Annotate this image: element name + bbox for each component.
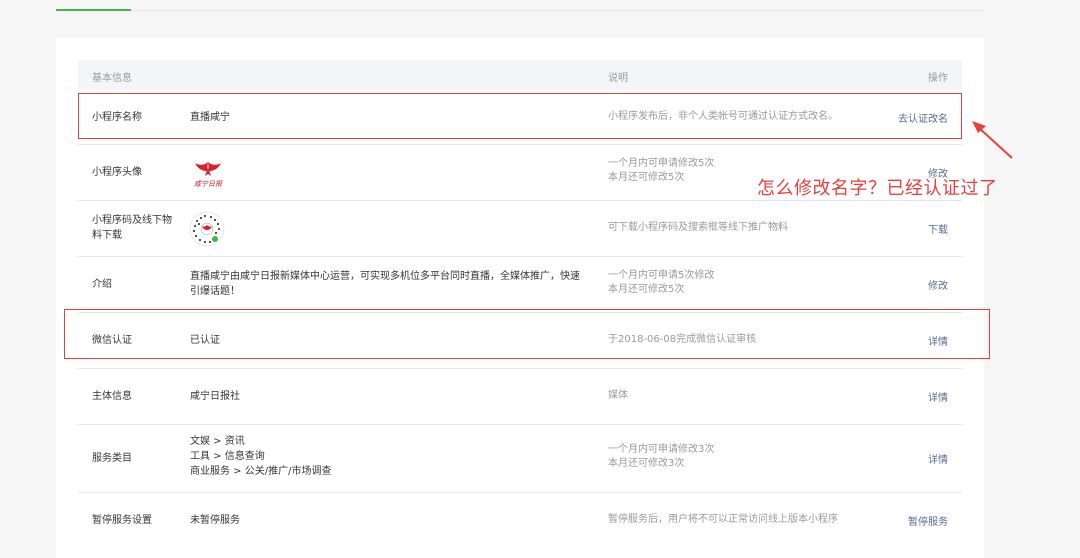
avatar-logo-icon: 咸宁日报 <box>190 159 226 192</box>
row-description: 可下载小程序码及搜索框等线下推广物料 <box>608 222 788 233</box>
desc-line: 一个月内可申请5次修改 <box>608 270 715 281</box>
qrcode-icon <box>188 210 226 251</box>
row-label: 服务类目 <box>92 453 132 464</box>
row-service-categories: 服务类目 文娱 > 资讯 工具 > 信息查询 商业服务 > 公关/推广/市场调查… <box>78 425 962 493</box>
row-description: 暂停服务后，用户将不可以正常访问线上版本小程序 <box>608 514 838 525</box>
row-label: 主体信息 <box>92 391 132 402</box>
annotation-arrow-icon <box>972 121 1013 159</box>
intro-value: 直播咸宁由咸宁日报新媒体中心运营，可实现多机位多平台同时直播，全媒体推广，快速 … <box>190 269 580 299</box>
label-line: 料下载 <box>92 230 122 241</box>
category-list: 文娱 > 资讯 工具 > 信息查询 商业服务 > 公关/推广/市场调查 <box>190 434 331 479</box>
edit-intro-link[interactable]: 修改 <box>928 277 948 292</box>
logo-text: 咸宁日报 <box>194 180 223 188</box>
row-label: 小程序头像 <box>92 167 142 178</box>
row-introduction: 介绍 直播咸宁由咸宁日报新媒体中心运营，可实现多机位多平台同时直播，全媒体推广，… <box>78 257 962 313</box>
subject-value: 咸宁日报社 <box>190 391 240 402</box>
annotation-question: 怎么修改名字？已经认证过了 <box>757 178 998 199</box>
intro-line: 直播咸宁由咸宁日报新媒体中心运营，可实现多机位多平台同时直播，全媒体推广，快速 <box>190 271 580 282</box>
category-item: 工具 > 信息查询 <box>190 451 265 462</box>
desc-line: 本月还可修改5次 <box>608 284 685 295</box>
desc-line: 一个月内可申请修改3次 <box>608 444 715 455</box>
row-label: 介绍 <box>92 279 112 290</box>
annotation-box-certification <box>64 309 990 359</box>
row-description: 一个月内可申请5次修改 本月还可修改5次 <box>608 269 714 297</box>
annotation-box-name <box>78 93 962 139</box>
header-description: 说明 <box>608 73 628 84</box>
row-description: 媒体 <box>608 390 628 401</box>
desc-line: 本月还可修改3次 <box>608 458 685 469</box>
download-link[interactable]: 下载 <box>928 221 948 236</box>
row-subject-info: 主体信息 咸宁日报社 媒体 详情 <box>78 369 962 425</box>
top-tab-bar <box>56 0 984 11</box>
category-item: 商业服务 > 公关/推广/市场调查 <box>190 466 332 477</box>
intro-line: 引爆话题！ <box>190 286 240 297</box>
header-operation: 操作 <box>928 73 948 84</box>
category-details-link[interactable]: 详情 <box>928 451 948 466</box>
row-description: 一个月内可申请修改5次 本月还可修改5次 <box>608 157 714 185</box>
desc-line: 本月还可修改5次 <box>608 172 685 183</box>
desc-line: 一个月内可申请修改5次 <box>608 158 715 169</box>
row-description: 一个月内可申请修改3次 本月还可修改3次 <box>608 443 714 471</box>
category-item: 文娱 > 资讯 <box>190 436 245 447</box>
pause-service-link[interactable]: 暂停服务 <box>908 513 948 528</box>
row-qrcode-download: 小程序码及线下物 料下载 可下载小程序码及搜索框等线下推广物料 下载 <box>78 201 962 257</box>
row-pause-service: 暂停服务设置 未暂停服务 暂停服务后，用户将不可以正常访问线上版本小程序 暂停服… <box>78 493 962 548</box>
pause-status: 未暂停服务 <box>190 515 240 526</box>
label-line: 小程序码及线下物 <box>92 215 172 226</box>
row-label: 暂停服务设置 <box>92 515 152 526</box>
table-header: 基本信息 说明 操作 <box>78 60 962 90</box>
active-tab-indicator <box>56 9 131 11</box>
subject-details-link[interactable]: 详情 <box>928 389 948 404</box>
header-basic-info: 基本信息 <box>92 73 132 84</box>
row-label: 小程序码及线下物 料下载 <box>92 213 172 243</box>
